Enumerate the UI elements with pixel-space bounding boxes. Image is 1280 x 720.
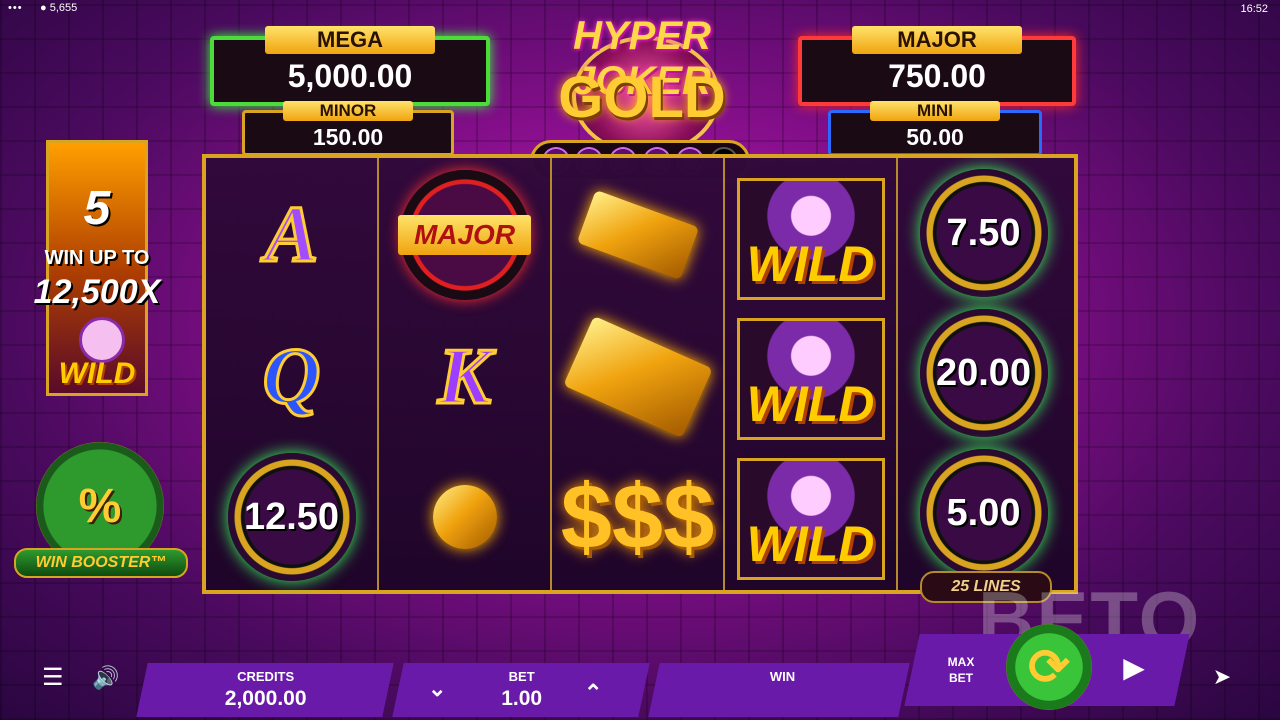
reel-2: MAJOR K (379, 158, 552, 590)
minor-jackpot-label: MINOR (283, 101, 413, 121)
mini-jackpot: MINI 50.00 (828, 101, 1042, 156)
major-jackpot-label: MAJOR (852, 26, 1022, 54)
bet-increase-icon[interactable]: ⌃ (584, 680, 602, 706)
multiplier-text: WIN UP TO (44, 247, 150, 269)
percent-icon: % (78, 479, 122, 533)
gold-coins-icon (432, 485, 497, 549)
gold-bar-icon (576, 189, 699, 281)
spin-icon: ⟳ (1028, 639, 1070, 695)
reel-grid: A Q 12.50 MAJOR K $$$ WILD WILD WILD 7.5… (202, 154, 1078, 594)
mega-jackpot-label: MEGA (265, 26, 435, 54)
reel-4: WILD WILD WILD (725, 158, 898, 590)
symbol-chip: 5.00 (898, 442, 1069, 584)
symbol-gold-bars (552, 306, 723, 448)
symbol-q: Q (261, 331, 322, 422)
symbol-gold-coins (379, 446, 550, 588)
symbol-chip: 20.00 (898, 302, 1069, 444)
autoplay-icon[interactable]: ▶ (1118, 652, 1150, 684)
major-jackpot: MAJOR 750.00 (798, 26, 1076, 106)
win-booster-label[interactable]: WIN BOOSTER™ (14, 548, 188, 578)
symbol-wild: WILD (725, 448, 896, 590)
mega-jackpot-value: 5,000.00 (287, 58, 413, 94)
win-panel: WIN (648, 663, 910, 717)
mini-jackpot-value: 50.00 (906, 124, 964, 150)
symbol-a: A (263, 189, 319, 280)
symbol-major-chip: MAJOR (379, 164, 550, 306)
symbol-dollars: $$$ (552, 446, 723, 588)
win-label: WIN (769, 669, 796, 684)
device-menu-icon[interactable]: ••• (8, 2, 23, 14)
symbol-wild: WILD (725, 168, 896, 310)
symbol-chip: 7.50 (898, 162, 1069, 304)
multiplier-wild: WILD (58, 357, 136, 390)
credits-label: CREDITS (237, 669, 295, 684)
multiplier-panel: 5 WIN UP TO 12,500X WILD (34, 140, 160, 396)
bet-decrease-icon[interactable]: ⌄ (428, 676, 446, 702)
symbol-chip: 12.50 (206, 446, 377, 588)
reel-1: A Q 12.50 (206, 158, 379, 590)
multiplier-value: 12,500X (33, 273, 161, 311)
symbol-wild: WILD (725, 308, 896, 450)
gold-bars-icon (562, 315, 713, 439)
minor-jackpot-value: 150.00 (312, 124, 384, 150)
symbol-k: K (436, 331, 492, 422)
spin-button[interactable]: ⟳ (1006, 624, 1092, 710)
dollars-icon: $$$ (560, 465, 715, 568)
credits-panel: CREDITS 2,000.00 (136, 663, 394, 717)
sound-icon[interactable]: 🔊 (92, 666, 120, 690)
symbol-gold-bar (552, 164, 723, 306)
hamburger-menu-icon[interactable]: ☰ (42, 666, 66, 690)
minor-jackpot: MINOR 150.00 (242, 101, 454, 156)
mini-jackpot-label: MINI (870, 101, 1000, 121)
max-bet-button[interactable]: MAX BET (936, 654, 986, 686)
reel-3: $$$ (552, 158, 725, 590)
multiplier-count: 5 (83, 182, 111, 235)
logo-subtitle: GOLD (558, 65, 726, 130)
turbo-icon[interactable]: ➤ (1206, 664, 1238, 692)
game-logo: HYPER JOKER GOLD (528, 8, 756, 156)
status-clock: 16:52 (1240, 3, 1268, 15)
credits-value: 2,000.00 (224, 687, 307, 710)
mega-jackpot: MEGA 5,000.00 (210, 26, 490, 106)
reel-5: 7.50 20.00 5.00 (898, 158, 1074, 590)
status-balance: ● 5,655 (40, 2, 78, 14)
major-jackpot-value: 750.00 (888, 58, 986, 94)
